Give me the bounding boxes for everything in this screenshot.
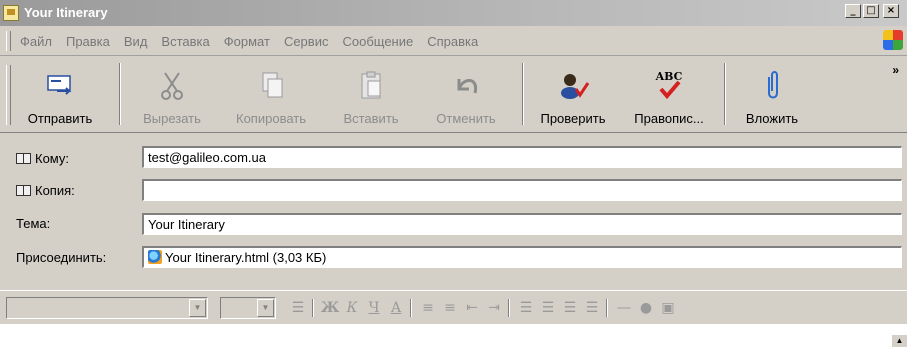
format-separator <box>312 299 314 317</box>
italic-button[interactable]: К <box>342 299 362 317</box>
align-left-icon[interactable]: ☰ <box>516 299 536 317</box>
minimize-button[interactable]: _ <box>845 4 861 18</box>
paste-label: Вставить <box>343 111 399 126</box>
send-button[interactable]: Отправить <box>14 57 106 133</box>
copy-button[interactable]: Копировать <box>222 57 320 133</box>
subject-field[interactable]: Your Itinerary <box>142 213 902 235</box>
to-field[interactable]: test@galileo.com.ua <box>142 146 902 168</box>
copy-label: Копировать <box>236 111 306 126</box>
insert-hyperlink-icon[interactable]: ● <box>636 299 656 317</box>
paragraph-style-icon[interactable]: ☰ <box>288 299 308 317</box>
html-file-icon <box>148 250 162 264</box>
toolbar-separator <box>119 63 121 125</box>
undo-label: Отменить <box>436 111 496 126</box>
main-toolbar: Отправить Вырезать Копировать Вставить О… <box>0 57 907 133</box>
attach-button[interactable]: Вложить <box>734 57 810 133</box>
spelling-abc-text: ABC <box>655 70 683 83</box>
justify-icon[interactable]: ☰ <box>582 299 602 317</box>
menu-file[interactable]: Файл <box>20 34 52 49</box>
attachment-item[interactable]: Your Itinerary.html (3,03 КБ) <box>165 250 326 265</box>
bold-button[interactable]: Ж <box>320 299 340 317</box>
menu-tools[interactable]: Сервис <box>284 34 329 49</box>
menu-format[interactable]: Формат <box>224 34 270 49</box>
attachments-field[interactable]: Your Itinerary.html (3,03 КБ) <box>142 246 902 268</box>
message-body[interactable] <box>0 324 907 347</box>
spelling-label: Правопис... <box>634 111 704 126</box>
undo-button[interactable]: Отменить <box>423 57 509 133</box>
cut-label: Вырезать <box>143 111 201 126</box>
app-icon <box>3 5 19 21</box>
numbered-list-icon[interactable]: ≡ <box>418 299 438 317</box>
attach-field-label: Присоединить: <box>16 250 107 265</box>
toolbar-separator <box>724 63 726 125</box>
bullet-list-icon[interactable]: ≡ <box>440 299 460 317</box>
to-label[interactable]: Кому: <box>16 151 69 166</box>
address-book-icon <box>16 185 31 196</box>
address-book-icon <box>16 153 31 164</box>
title-bar: Your Itinerary _ □ × <box>0 0 907 26</box>
paste-button[interactable]: Вставить <box>328 57 414 133</box>
paperclip-icon <box>768 71 778 99</box>
scroll-up-icon[interactable]: ▲ <box>891 334 907 347</box>
cc-field[interactable] <box>142 179 902 201</box>
spelling-button[interactable]: ABC Правопис... <box>624 57 714 133</box>
horizontal-line-icon[interactable]: — <box>614 299 634 317</box>
font-color-button[interactable]: А <box>386 299 406 317</box>
chevron-down-icon[interactable]: ▼ <box>189 299 206 317</box>
attach-label: Вложить <box>745 111 799 126</box>
increase-indent-icon[interactable]: ⇥ <box>484 299 504 317</box>
insert-picture-icon[interactable]: ▣ <box>658 299 678 317</box>
toolbar-separator <box>522 63 524 125</box>
close-button[interactable]: × <box>883 4 899 18</box>
to-label-text: Кому: <box>35 151 69 166</box>
underline-button[interactable]: Ч <box>364 299 384 317</box>
check-names-icon <box>561 74 590 99</box>
window-title: Your Itinerary <box>24 5 108 20</box>
undo-icon <box>457 79 478 94</box>
copy-icon <box>262 72 283 98</box>
menu-message[interactable]: Сообщение <box>342 34 413 49</box>
align-center-icon[interactable]: ☰ <box>538 299 558 317</box>
send-icon <box>47 75 72 95</box>
format-toolbar: ▼ ▼ ☰ Ж К Ч А ≡ ≡ ⇤ ⇥ ☰ ☰ ☰ ☰ — ● ▣ <box>0 290 907 324</box>
menu-view[interactable]: Вид <box>124 34 148 49</box>
windows-logo-icon <box>883 30 903 50</box>
scissors-icon <box>161 72 183 100</box>
window-controls: _ □ × <box>845 4 899 18</box>
spelling-icon: ABC <box>655 70 683 100</box>
menu-edit[interactable]: Правка <box>66 34 110 49</box>
paste-icon <box>361 71 381 99</box>
align-right-icon[interactable]: ☰ <box>560 299 580 317</box>
format-separator <box>508 299 510 317</box>
check-names-button[interactable]: Проверить <box>528 57 618 133</box>
check-names-label: Проверить <box>540 111 606 126</box>
menu-help[interactable]: Справка <box>427 34 478 49</box>
subject-label: Тема: <box>16 216 51 231</box>
menu-insert[interactable]: Вставка <box>161 34 209 49</box>
font-name-select[interactable]: ▼ <box>6 297 208 319</box>
menu-grip[interactable] <box>6 31 11 51</box>
format-separator <box>606 299 608 317</box>
cc-label-text: Копия: <box>35 183 75 198</box>
maximize-button[interactable]: □ <box>863 4 879 18</box>
cc-label[interactable]: Копия: <box>16 183 75 198</box>
format-separator <box>410 299 412 317</box>
toolbar-overflow-button[interactable]: » <box>892 63 899 77</box>
send-label: Отправить <box>27 111 93 126</box>
chevron-down-icon[interactable]: ▼ <box>257 299 274 317</box>
menu-bar: Файл Правка Вид Вставка Формат Сервис Со… <box>0 26 907 56</box>
decrease-indent-icon[interactable]: ⇤ <box>462 299 482 317</box>
cut-button[interactable]: Вырезать <box>133 57 211 133</box>
font-size-select[interactable]: ▼ <box>220 297 276 319</box>
toolbar-grip[interactable] <box>6 65 11 125</box>
